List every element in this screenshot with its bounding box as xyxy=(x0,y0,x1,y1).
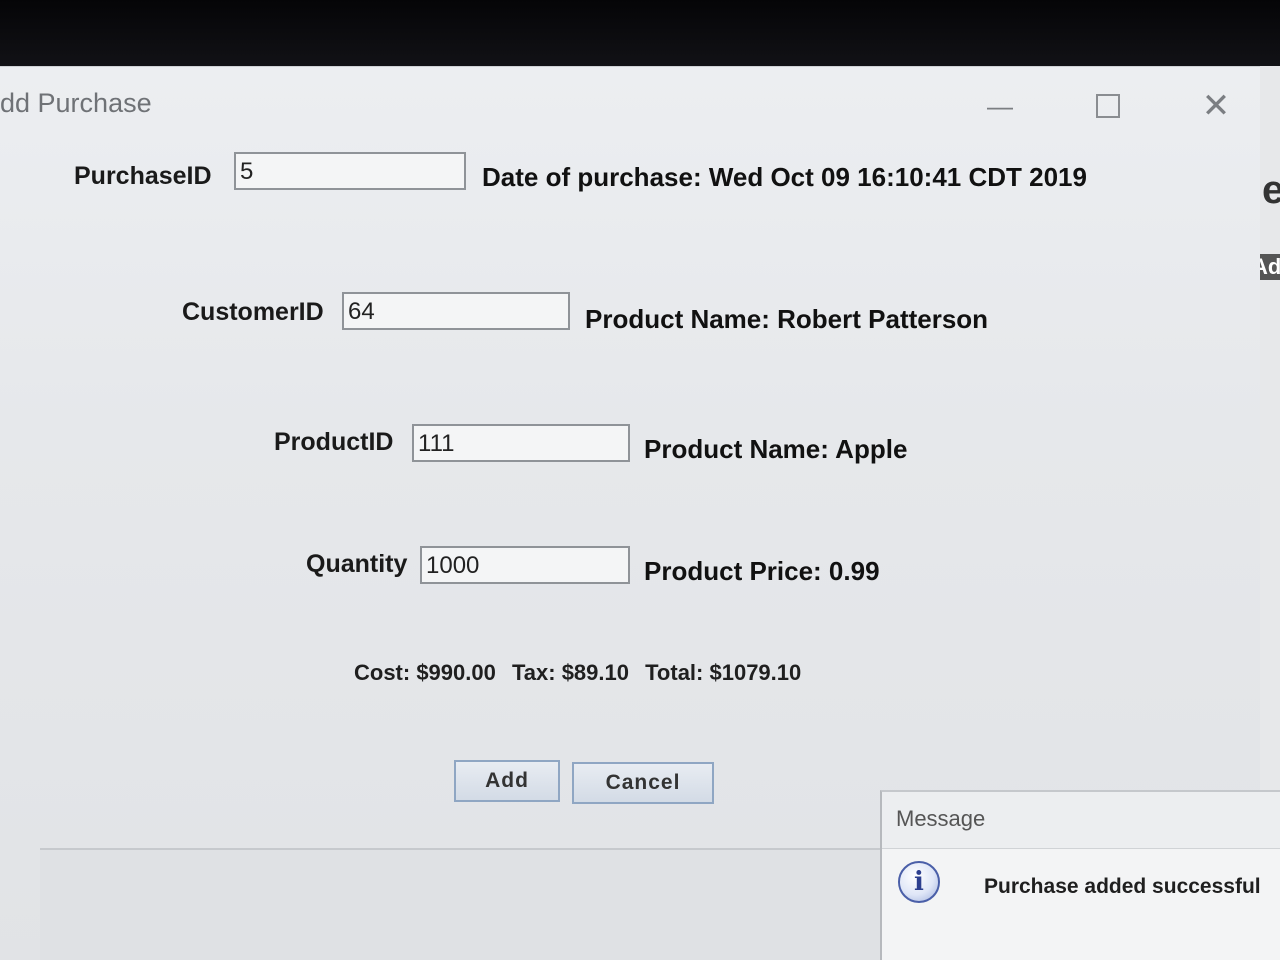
total-text: Total: $1079.10 xyxy=(645,660,802,685)
screen: e Ad dd Purchase — ✕ PurchaseID 5 Date o… xyxy=(0,0,1280,960)
product-name-text: Product Name: Apple xyxy=(644,434,908,464)
customer-name-text: Product Name: Robert Patterson xyxy=(585,304,989,334)
customer-id-label: CustomerID xyxy=(182,298,324,326)
add-button[interactable]: Add xyxy=(454,760,560,802)
product-price-text: Product Price: 0.99 xyxy=(644,556,880,586)
message-dialog-title: Message xyxy=(896,806,986,831)
maximize-icon xyxy=(1096,94,1120,118)
message-text: Purchase added successful xyxy=(984,875,1261,898)
close-button[interactable]: ✕ xyxy=(1196,87,1236,125)
cost-summary: Cost: $990.00 Tax: $89.10 Total: $1079.1… xyxy=(354,660,811,686)
cost-text: Cost: $990.00 xyxy=(354,660,496,685)
product-id-label: ProductID xyxy=(274,428,394,456)
background-window-fragment: e xyxy=(1262,168,1280,212)
monitor-bezel xyxy=(0,0,1280,68)
minimize-button[interactable]: — xyxy=(982,88,1018,124)
quantity-field[interactable]: 1000 xyxy=(420,546,630,584)
cancel-button[interactable]: Cancel xyxy=(572,762,714,804)
window-lower-panel xyxy=(40,848,880,960)
purchase-id-label: PurchaseID xyxy=(74,162,212,190)
tax-text: Tax: $89.10 xyxy=(511,660,629,685)
customer-id-field[interactable]: 64 xyxy=(342,292,570,330)
date-of-purchase: Date of purchase: Wed Oct 09 16:10:41 CD… xyxy=(482,162,1087,192)
window-title: dd Purchase xyxy=(0,88,152,118)
quantity-label: Quantity xyxy=(306,550,408,578)
product-id-field[interactable]: 111 xyxy=(412,424,630,462)
info-icon: i xyxy=(898,861,940,903)
maximize-button[interactable] xyxy=(1090,88,1126,124)
message-dialog: Message i Purchase added successful xyxy=(880,790,1280,960)
message-dialog-body: i Purchase added successful xyxy=(882,848,1280,960)
purchase-id-field[interactable]: 5 xyxy=(234,152,466,190)
